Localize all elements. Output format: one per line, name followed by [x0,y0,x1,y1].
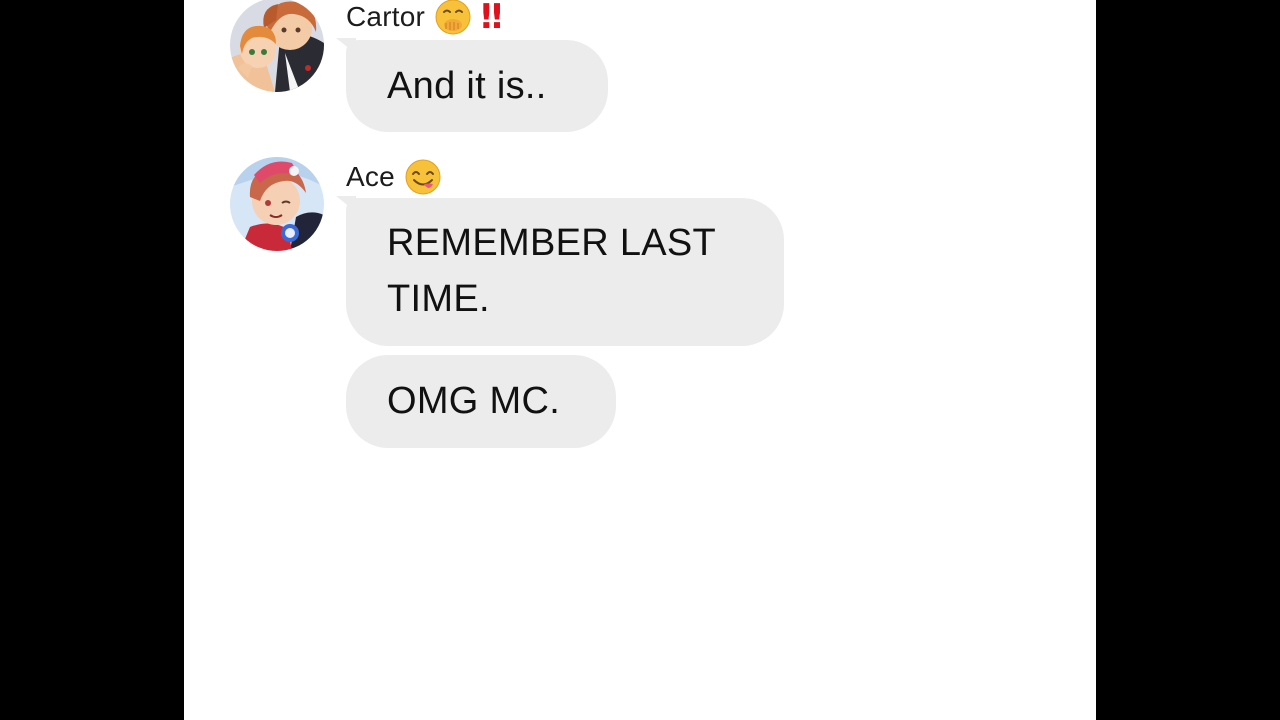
sender-name-row: Cartor ‼ [346,0,502,37]
chat-screen: Cartor ‼ And it is.. Ace REMEMBER LAST T… [184,0,1096,720]
face-savoring-food-emoji-icon [405,159,441,195]
avatar-ace-image [230,157,324,251]
double-exclamation-icon: ‼ [481,0,502,37]
sender-name-row: Ace [346,157,441,197]
avatar-cartor[interactable] [230,0,324,92]
message-bubble[interactable]: REMEMBER LAST TIME. [346,198,784,346]
avatar-cartor-image [230,0,324,92]
sender-name: Ace [346,161,395,192]
sender-name: Cartor [346,1,425,32]
message-bubble[interactable]: OMG MC. [346,355,616,448]
avatar-ace[interactable] [230,157,324,251]
hand-over-mouth-emoji-icon [435,0,471,35]
message-text: REMEMBER LAST TIME. [387,222,716,320]
message-text: OMG MC. [387,380,561,422]
message-bubble[interactable]: And it is.. [346,40,608,132]
message-text: And it is.. [387,65,547,107]
